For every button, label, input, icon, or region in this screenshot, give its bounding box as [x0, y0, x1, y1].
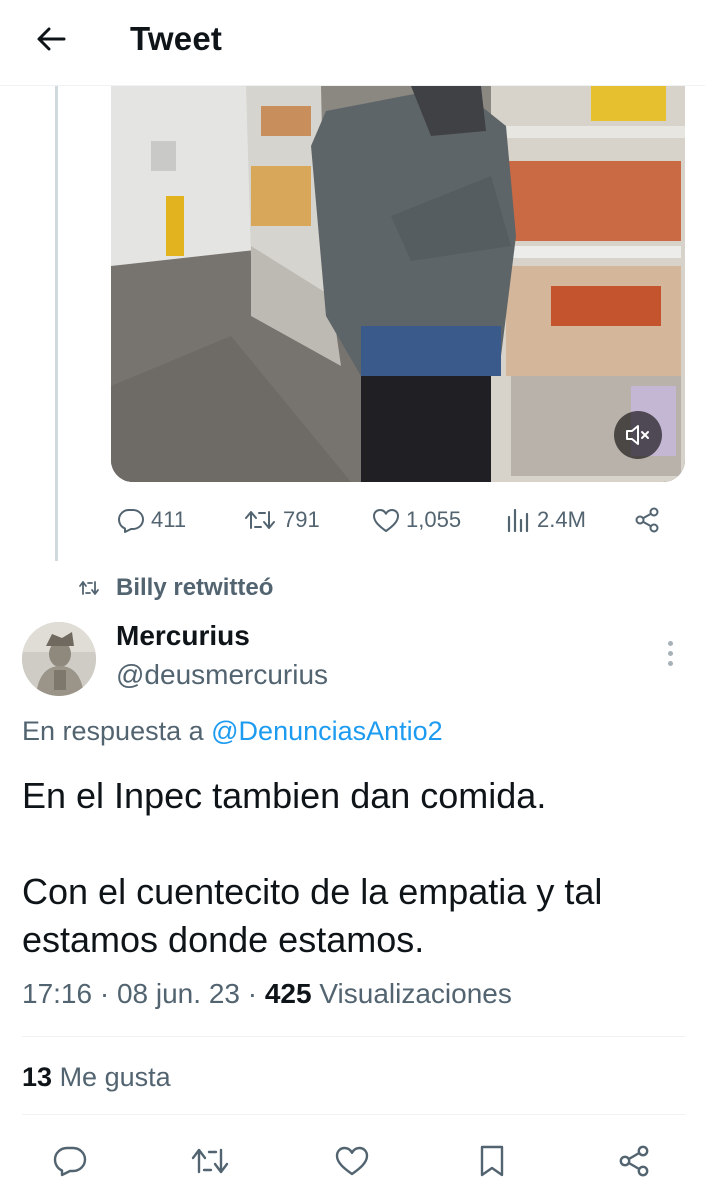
reply-to-prefix: En respuesta a: [22, 716, 204, 746]
tweet-time[interactable]: 17:16: [22, 978, 92, 1009]
reply-button[interactable]: [48, 1139, 92, 1183]
reply-to-handle-link[interactable]: @DenunciasAntio2: [211, 716, 443, 746]
share-icon: [619, 1145, 649, 1177]
page-title: Tweet: [130, 20, 223, 57]
back-button[interactable]: [30, 18, 72, 60]
likes-summary[interactable]: 13 Me gusta: [22, 1062, 171, 1093]
arrow-left-icon: [37, 27, 66, 51]
retweet-count: 791: [283, 507, 320, 532]
mute-toggle-button[interactable]: [614, 411, 662, 459]
divider: [22, 1114, 685, 1115]
meta-separator: ·: [99, 978, 117, 1009]
author-handle[interactable]: @deusmercurius: [116, 659, 328, 691]
share-button[interactable]: [633, 500, 661, 540]
more-dot: [667, 650, 673, 656]
author-name[interactable]: Mercurius: [116, 620, 250, 652]
video-frame-image: [111, 86, 685, 482]
heart-icon: [335, 1146, 369, 1176]
bookmark-button[interactable]: [470, 1139, 514, 1183]
tweet-views-label: Visualizaciones: [319, 978, 512, 1009]
tweet-text-paragraph: Con el cuentecito de la empatia y tal es…: [22, 871, 603, 960]
tweet-action-bar: [0, 1135, 705, 1185]
retweet-button[interactable]: 791: [243, 500, 320, 540]
views-button[interactable]: 2.4M: [505, 500, 586, 540]
share-button[interactable]: [612, 1139, 656, 1183]
bar-chart-icon: [507, 508, 529, 533]
retweet-icon: [245, 511, 275, 529]
divider: [22, 1036, 685, 1037]
view-count: 2.4M: [537, 507, 586, 532]
meta-separator: ·: [247, 978, 265, 1009]
reply-icon: [53, 1146, 87, 1177]
avatar-image: [22, 622, 96, 696]
retweet-icon: [79, 581, 99, 595]
likes-label: Me gusta: [59, 1062, 171, 1092]
share-icon: [635, 507, 659, 533]
tweet-text: En el Inpec tambien dan comida. Con el c…: [22, 772, 682, 964]
muted-speaker-icon: [626, 425, 649, 445]
thread-connector-line: [55, 86, 58, 561]
reply-to-line: En respuesta a @DenunciasAntio2: [22, 716, 443, 747]
retweet-button[interactable]: [188, 1139, 232, 1183]
tweet-text-paragraph: En el Inpec tambien dan comida.: [22, 775, 547, 816]
video-thumbnail[interactable]: [111, 86, 685, 482]
like-count: 1,055: [406, 507, 462, 532]
top-header: Tweet: [0, 0, 705, 86]
reply-button[interactable]: 411: [117, 500, 186, 540]
previous-tweet-actions: 411 791 1,055 2.4M: [111, 500, 685, 540]
bookmark-icon: [480, 1145, 504, 1177]
like-button[interactable]: [330, 1139, 374, 1183]
more-dot: [667, 640, 673, 646]
tweet-meta: 17:16 · 08 jun. 23 · 425 Visualizaciones: [22, 978, 512, 1010]
retweeted-by-text: Billy retwitteó: [116, 574, 274, 601]
like-button[interactable]: 1,055: [372, 500, 461, 540]
avatar[interactable]: [22, 622, 96, 696]
retweet-icon: [191, 1148, 229, 1174]
reply-icon: [118, 509, 144, 533]
likes-count: 13: [22, 1062, 53, 1092]
more-options-button[interactable]: [658, 636, 682, 670]
heart-icon: [373, 509, 399, 532]
more-dot: [667, 660, 673, 666]
tweet-views-count: 425: [264, 978, 312, 1009]
tweet-date[interactable]: 08 jun. 23: [117, 978, 240, 1009]
reply-count: 411: [151, 507, 187, 532]
retweet-context[interactable]: Billy retwitteó: [78, 572, 273, 604]
